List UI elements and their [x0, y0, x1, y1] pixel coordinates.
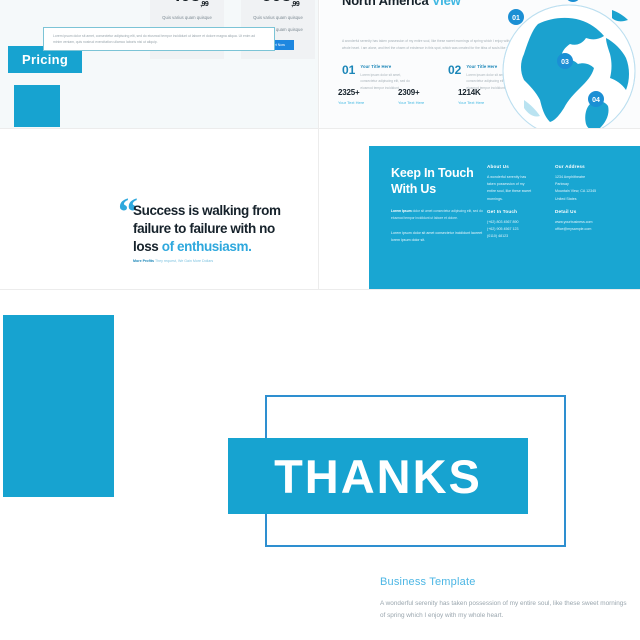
svg-text:04: 04 — [592, 97, 600, 104]
contact-title: Keep In Touch With Us — [391, 166, 474, 197]
thanks-word: THANKS — [274, 449, 482, 503]
quote-line-3-highlight: of enthusiasm. — [161, 238, 252, 254]
amount-cents: ,99 — [291, 0, 300, 8]
pricing-note-box: Lorem ipsum dolor sit amet, consectetur … — [43, 27, 275, 51]
contact-panel: Keep In Touch With Us Lorem Ipsum dolor … — [369, 146, 640, 289]
map-title-main: North America — [342, 0, 429, 8]
email-link[interactable]: office@mysample.com — [555, 226, 637, 233]
pricing-card-feature: Quis varius quam quisque — [253, 14, 303, 20]
stat-value: 2309+ — [398, 88, 420, 97]
globe-marker[interactable]: 04 — [588, 91, 604, 107]
map-slide-title: North America View — [342, 0, 461, 8]
quote-caption-rest: They request, We Gain More Dollars — [154, 259, 214, 263]
amount-cents: ,99 — [200, 0, 209, 8]
contact-column-detail-us: Detail Us www.yourbusiness.com office@my… — [555, 209, 637, 233]
quote-caption-bold: More Profits — [133, 259, 155, 263]
slide-separator-horizontal — [0, 128, 640, 129]
contact-title-line-2: With Us — [391, 181, 437, 196]
amount-value: 605 — [261, 0, 292, 6]
map-title-highlight: View — [431, 0, 461, 8]
globe-marker[interactable]: 03 — [557, 53, 573, 69]
phone-number[interactable]: (0110) 48123 — [487, 233, 569, 240]
map-feature-item-01: 01 Your Title Here Lorem ipsum dolor sit… — [342, 64, 418, 91]
contact-lead-bold: Lorem Ipsum — [391, 209, 413, 213]
quote-line-3-plain: loss — [133, 238, 162, 254]
stat-value: 2325+ — [338, 88, 360, 97]
slide-keep-in-touch: Keep In Touch With Us Lorem Ipsum dolor … — [320, 137, 640, 289]
contact-body-paragraph: Lorem ipsum dolor sit amet consectetur i… — [391, 231, 483, 243]
business-template-title: Business Template — [380, 576, 476, 588]
quote-accent-square — [14, 85, 60, 127]
quote-line-2: failure to failure with no — [133, 220, 275, 236]
quote-text: Success is walking from failure to failu… — [133, 202, 293, 255]
quote-line-1: Success is walking from — [133, 203, 281, 218]
quote-caption: More Profits They request, We Gain More … — [133, 259, 213, 263]
feature-number: 01 — [342, 63, 356, 77]
thanks-accent-square — [3, 315, 114, 497]
footer-line-1: A wonderful serenity has taken possessio… — [380, 600, 563, 607]
slide-separator-horizontal — [0, 289, 640, 290]
pricing-card-feature: Quis varius quam quisque — [162, 14, 212, 20]
pricing-note-text: Lorem ipsum dolor sit amet, consectetur … — [53, 34, 256, 45]
business-template-paragraph: A wonderful serenity has taken possessio… — [380, 598, 630, 623]
slide-separator-vertical — [318, 0, 319, 289]
stat-label: Your Text Here — [398, 100, 425, 105]
feature-title: Your Title Here — [360, 64, 392, 69]
contact-title-line-1: Keep In Touch — [391, 166, 474, 180]
amount-value: 405 — [170, 0, 201, 6]
stat-item: 2325+ Your Text Here — [338, 88, 398, 105]
stat-label: Your Text Here — [338, 100, 365, 105]
feature-number: 02 — [448, 63, 462, 77]
contact-column-address: Our Address 1234 Amphitheatre Parkway Mo… — [555, 164, 637, 203]
slide-thanks: THANKS Business Template A wonderful ser… — [0, 298, 640, 640]
column-line: 1234 Amphitheatre — [555, 175, 586, 179]
column-heading: Detail Us — [555, 209, 577, 214]
slide-north-america-view: North America View A wonderful serenity … — [320, 0, 640, 128]
globe-marker[interactable]: 01 — [508, 9, 524, 25]
stat-item: 2309+ Your Text Here — [398, 88, 458, 105]
globe-icon: 01 02 03 04 — [502, 0, 636, 128]
pricing-card-amount: $405,99 — [154, 0, 220, 8]
globe-marker[interactable]: 02 — [565, 0, 581, 2]
column-line: Parkway — [555, 182, 569, 187]
globe-graphic: 01 02 03 04 — [494, 0, 640, 128]
svg-text:01: 01 — [512, 15, 520, 22]
presentation-mockup-page: Pricing Standard Pack Monthly Update Sta… — [0, 0, 640, 640]
column-heading: Our Address — [555, 164, 585, 169]
svg-text:03: 03 — [561, 59, 569, 66]
contact-lead-paragraph: Lorem Ipsum dolor sit amet consectetur a… — [391, 208, 483, 221]
column-line: Mountain View, CA 12345 — [555, 189, 597, 194]
website-link[interactable]: www.yourbusiness.com — [555, 219, 637, 226]
column-line: United States — [555, 196, 577, 201]
pricing-card-amount: $605,99 — [245, 0, 311, 8]
